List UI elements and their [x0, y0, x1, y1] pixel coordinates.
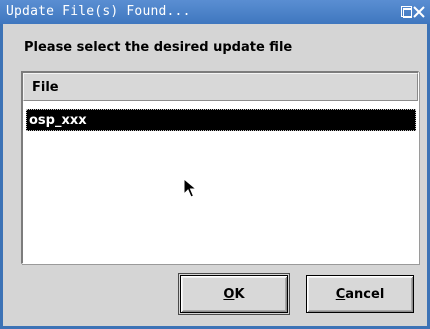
file-list[interactable]: File osp_xxx [21, 71, 419, 264]
column-header-label: File [32, 80, 59, 95]
ok-button-label: OK [223, 287, 245, 302]
cancel-button[interactable]: Cancel [306, 275, 414, 313]
cancel-button-label: Cancel [335, 287, 385, 302]
mouse-pointer-icon [183, 177, 198, 204]
maximize-icon[interactable] [401, 6, 412, 18]
ok-button[interactable]: OK [178, 273, 290, 315]
close-icon[interactable] [413, 6, 425, 18]
title-bar[interactable]: Update File(s) Found... [0, 0, 430, 24]
window-title: Update File(s) Found... [6, 4, 191, 19]
list-item-label: osp_xxx [29, 113, 87, 128]
column-header-file[interactable]: File [23, 73, 418, 101]
list-item[interactable]: osp_xxx [26, 109, 416, 131]
instruction-text: Please select the desired update file [24, 40, 293, 55]
